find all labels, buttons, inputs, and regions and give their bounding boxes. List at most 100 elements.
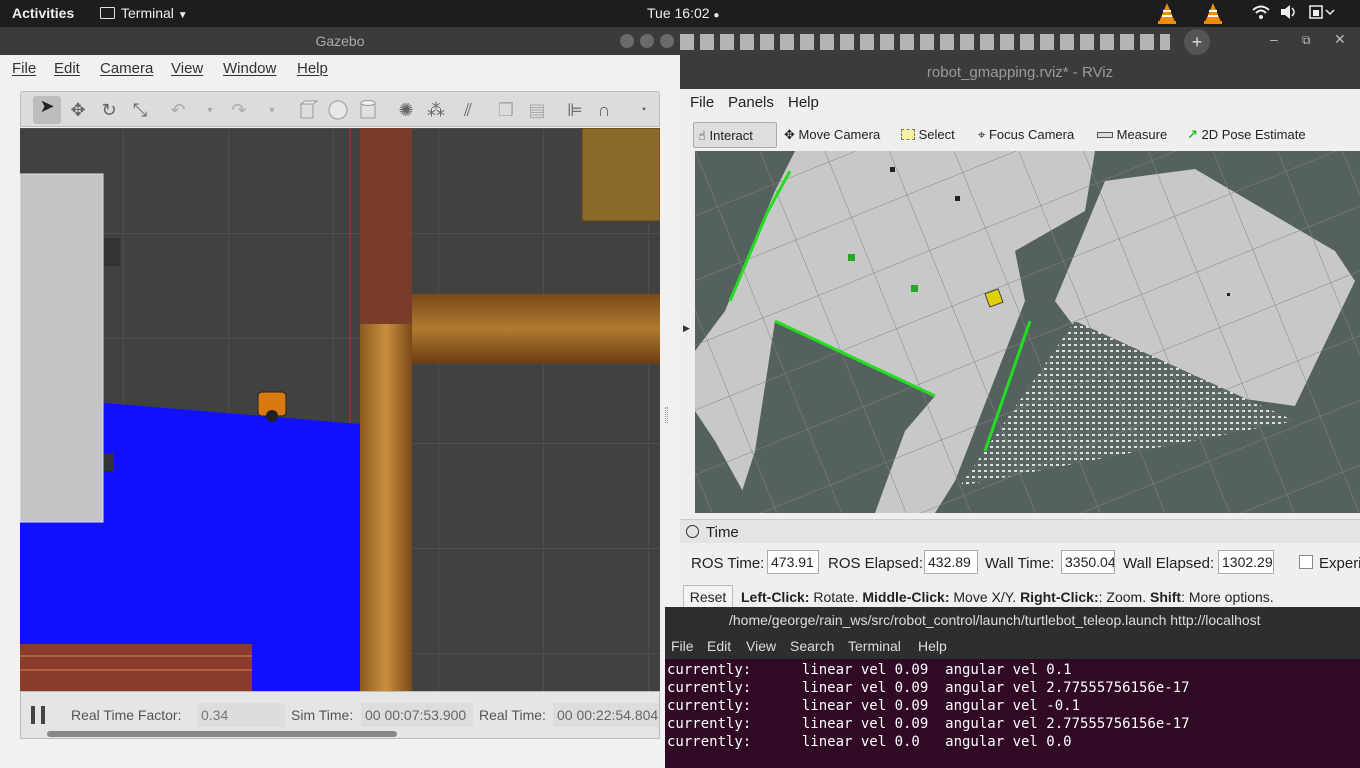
pause-icon[interactable] xyxy=(31,706,45,724)
wooden-table-beam xyxy=(412,294,660,364)
gazebo-titlebar: Gazebo xyxy=(0,27,680,55)
align-icon[interactable]: ⊫ xyxy=(564,100,586,120)
minimize-icon[interactable]: – xyxy=(1270,31,1278,47)
rviz-window: + – ⧉ ✕ robot_gmapping.rviz* - RViz File… xyxy=(680,27,1360,611)
menu-view[interactable]: View xyxy=(171,60,203,77)
gazebo-toolbar: ➤ ✥ ↻ ⤡ ↶ ▼ ↷ ▼ ✺ ⁂ ⫽ ❐ ▤ ⊫ ∩ ▪ xyxy=(20,91,660,127)
menu-help[interactable]: Help xyxy=(918,638,947,654)
window-title: robot_gmapping.rviz* - RViz xyxy=(926,64,1114,81)
menu-help[interactable]: Help xyxy=(788,94,819,111)
menu-search[interactable]: Search xyxy=(790,638,834,654)
vlc-cone-icon[interactable] xyxy=(1157,2,1177,27)
tool-interact[interactable]: ☝ Interact xyxy=(693,122,777,148)
paste-icon[interactable]: ▤ xyxy=(526,100,548,120)
redo-history-icon[interactable]: ▼ xyxy=(261,100,283,120)
experimental-checkbox[interactable] xyxy=(1299,555,1313,569)
close-icon[interactable] xyxy=(660,34,674,48)
box-shape-icon[interactable] xyxy=(297,100,319,120)
copy-icon[interactable]: ❐ xyxy=(495,100,517,120)
horizontal-scrollbar[interactable] xyxy=(47,731,397,737)
menu-panels[interactable]: Panels xyxy=(728,94,774,111)
close-icon[interactable]: ✕ xyxy=(1334,31,1346,48)
cylinder-shape-icon[interactable] xyxy=(357,100,379,120)
ros-time-field[interactable]: 473.91 xyxy=(767,550,819,574)
brick-column xyxy=(360,128,412,324)
mouse-hint: Left-Click: Rotate. Middle-Click: Move X… xyxy=(741,589,1274,605)
undo-history-icon[interactable]: ▼ xyxy=(199,100,221,120)
vlc-cone-icon[interactable] xyxy=(1203,2,1223,27)
menu-camera[interactable]: Camera xyxy=(100,60,153,77)
tool-2d-pose-estimate[interactable]: ↗ 2D Pose Estimate xyxy=(1187,122,1306,148)
tool-select-label: Select xyxy=(918,127,955,142)
wall-elapsed-field[interactable]: 1302.29 xyxy=(1218,550,1274,574)
app-name: Terminal xyxy=(121,5,174,21)
menu-file[interactable]: File xyxy=(671,638,694,654)
menu-window[interactable]: Window xyxy=(223,60,276,77)
rviz-3d-view[interactable] xyxy=(695,151,1360,513)
select-box-icon xyxy=(901,129,915,140)
terminal-line: currently: linear vel 0.09 angular vel 2… xyxy=(667,716,1190,732)
undo-icon[interactable]: ↶ xyxy=(167,100,189,120)
activities-button[interactable]: Activities xyxy=(12,5,74,21)
menu-terminal[interactable]: Terminal xyxy=(848,638,901,654)
brick-wall xyxy=(20,644,252,691)
rotate-icon[interactable]: ↻ xyxy=(98,100,120,120)
hint-text-4: : More options. xyxy=(1181,589,1274,605)
wifi-icon[interactable] xyxy=(1252,4,1270,23)
more-tools-icon[interactable]: ▪ xyxy=(633,100,655,120)
gazebo-statusbar: Real Time Factor: 0.34 Sim Time: 00 00:0… xyxy=(20,691,660,739)
menu-help[interactable]: Help xyxy=(297,60,328,77)
volume-icon[interactable] xyxy=(1280,4,1298,23)
focus-camera-icon: ⌖ xyxy=(978,127,986,142)
restore-icon[interactable]: ⧉ xyxy=(1302,33,1311,48)
sphere-shape-icon[interactable] xyxy=(327,100,349,120)
menu-view[interactable]: View xyxy=(746,638,776,654)
ros-elapsed-field[interactable]: 432.89 xyxy=(924,550,978,574)
notification-dot-icon: ● xyxy=(713,10,720,21)
terminal-icon xyxy=(100,7,115,19)
tool-move-camera[interactable]: ✥ Move Camera xyxy=(784,122,880,148)
sim-time-value: 00 00:07:53.900 xyxy=(361,703,473,727)
browser-tabs-icon[interactable] xyxy=(680,34,1170,50)
translate-icon[interactable]: ✥ xyxy=(67,100,89,120)
terminal-window: /home/george/rain_ws/src/robot_control/l… xyxy=(665,607,1360,768)
terminal-output[interactable]: currently: linear vel 0.09 angular vel 0… xyxy=(665,659,1360,751)
redo-icon[interactable]: ↷ xyxy=(228,100,250,120)
tool-2d-pose-label: 2D Pose Estimate xyxy=(1201,127,1306,142)
collapse-panel-icon[interactable]: ▶ xyxy=(683,323,690,334)
rviz-titlebar: robot_gmapping.rviz* - RViz xyxy=(680,57,1360,89)
terminal-line: currently: linear vel 0.09 angular vel 0… xyxy=(667,662,1072,678)
gazebo-window: Gazebo File Edit Camera View Window Help… xyxy=(0,27,680,768)
time-panel: Time ROS Time: 473.91 ROS Elapsed: 432.8… xyxy=(680,519,1360,611)
tool-focus-camera[interactable]: ⌖ Focus Camera xyxy=(978,122,1074,148)
maximize-icon[interactable] xyxy=(640,34,654,48)
menu-edit[interactable]: Edit xyxy=(707,638,731,654)
ruler-icon xyxy=(1097,132,1113,138)
snap-magnet-icon[interactable]: ∩ xyxy=(593,100,615,120)
select-arrow-icon[interactable]: ➤ xyxy=(33,96,61,124)
system-menu-icon[interactable] xyxy=(1309,4,1335,23)
new-tab-icon[interactable]: + xyxy=(1184,29,1210,55)
rtf-value: 0.34 xyxy=(197,703,285,727)
clock[interactable]: Tue 16:02 ● xyxy=(647,5,719,21)
spot-light-icon[interactable]: ⁂ xyxy=(425,100,447,120)
menu-file[interactable]: File xyxy=(12,60,36,77)
tool-measure[interactable]: Measure xyxy=(1097,122,1167,148)
chevron-down-icon: ▼ xyxy=(177,10,188,21)
ros-elapsed-label: ROS Elapsed: xyxy=(828,555,924,572)
gazebo-3d-viewport[interactable] xyxy=(20,128,660,691)
gazebo-scene-graphic xyxy=(20,128,660,691)
scale-icon[interactable]: ⤡ xyxy=(129,100,151,120)
menu-edit[interactable]: Edit xyxy=(54,60,80,77)
splitter-handle[interactable] xyxy=(665,407,668,423)
menu-file[interactable]: File xyxy=(690,94,714,111)
directional-light-icon[interactable]: ⫽ xyxy=(457,100,479,120)
point-light-icon[interactable]: ✺ xyxy=(395,100,417,120)
tool-move-camera-label: Move Camera xyxy=(798,127,881,142)
app-menu[interactable]: Terminal ▼ xyxy=(100,5,188,21)
tool-select[interactable]: Select xyxy=(901,122,955,148)
hand-icon: ☝ xyxy=(698,128,706,143)
terminal-menubar: File Edit View Search Terminal Help xyxy=(665,633,1360,659)
wall-time-field[interactable]: 3350.04 xyxy=(1061,550,1115,574)
minimize-icon[interactable] xyxy=(620,34,634,48)
